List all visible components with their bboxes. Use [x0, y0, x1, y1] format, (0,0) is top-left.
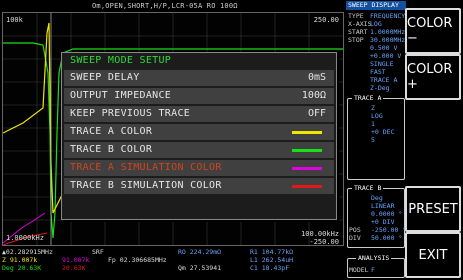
info-row: FAST: [370, 68, 386, 76]
color-swatch: [292, 185, 322, 188]
y2-axis-bottom-label: -250.00: [309, 238, 339, 246]
info-row: START 1.0000MHz: [348, 28, 406, 36]
info-row: +0 DEC: [371, 128, 395, 136]
top-status-bar: Om,OPEN,SHORT,H/P,LCR-05A RO 100Ω: [0, 0, 347, 12]
menu-item-output-impedance[interactable]: OUTPUT IMPEDANCE 100Ω: [64, 88, 334, 105]
info-row: STOP 30.000MHz: [348, 36, 406, 44]
info-row: Z-Deg: [370, 84, 390, 92]
sweep-display-header: SWEEP DISPLAY: [346, 1, 406, 10]
menu-item-label: TRACE A COLOR: [70, 126, 153, 137]
info-row: POS -250.00 °: [349, 226, 407, 234]
info-row: 0.0000 °: [371, 210, 403, 218]
menu-item-trace-a-color[interactable]: TRACE A COLOR: [64, 124, 334, 141]
fp-value: Fp 02.306685MHz: [108, 256, 167, 264]
color-swatch: [292, 131, 322, 134]
c1-value: C1 18.43pF: [250, 264, 290, 272]
info-row: 0.500 V: [370, 44, 398, 52]
sweep-mode-setup-dialog: SWEEP MODE SETUP SWEEP DELAY 0mS OUTPUT …: [61, 52, 337, 220]
info-row: 1: [371, 120, 375, 128]
color-swatch: [292, 167, 322, 170]
analysis-group-label: ANALYSIS: [356, 254, 392, 262]
info-row: TRACE A: [370, 76, 398, 84]
menu-item-label: KEEP PREVIOUS TRACE: [70, 108, 191, 119]
x-stop-label: 100.00kHz: [301, 230, 339, 238]
info-row: DIV 50.000 °: [349, 234, 403, 242]
menu-item-sweep-delay[interactable]: SWEEP DELAY 0mS: [64, 70, 334, 87]
menu-item-label: OUTPUT IMPEDANCE: [70, 90, 172, 101]
color-minus-button[interactable]: COLOR −: [405, 8, 461, 54]
measurement-status: Om,OPEN,SHORT,H/P,LCR-05A RO 100Ω: [92, 2, 238, 10]
qm-value: Qm 27.53941: [178, 264, 222, 272]
deg-sim-value: 20.63K: [62, 264, 86, 272]
y-axis-top-label: 100k: [6, 16, 23, 24]
color-plus-button[interactable]: COLOR +: [405, 54, 461, 100]
sweep-display-panel: SWEEP DISPLAY TYPE FREQUENCY X-AXISLOG ST…: [346, 0, 408, 280]
menu-item-trace-b-simulation-color[interactable]: TRACE B SIMULATION COLOR: [64, 178, 334, 195]
srf-label: SRF: [92, 248, 104, 256]
menu-item-keep-previous-trace[interactable]: KEEP PREVIOUS TRACE OFF: [64, 106, 334, 123]
menu-item-trace-b-color[interactable]: TRACE B COLOR: [64, 142, 334, 159]
info-row: Z: [371, 104, 375, 112]
info-row: MODEL F: [349, 266, 375, 274]
trace-a-group-label: TRACE A: [352, 94, 384, 102]
info-row: X-AXISLOG: [348, 20, 382, 28]
info-row: LINEAR: [371, 202, 395, 210]
preset-button[interactable]: PRESET: [405, 186, 461, 232]
menu-item-label: SWEEP DELAY: [70, 72, 140, 83]
menu-item-value: 0mS: [307, 72, 326, 83]
trace-b-group-label: TRACE B: [352, 184, 384, 192]
dialog-title: SWEEP MODE SETUP: [70, 55, 172, 66]
info-row: Deg: [371, 194, 383, 202]
menu-item-trace-a-simulation-color[interactable]: TRACE A SIMULATION COLOR: [64, 160, 334, 177]
info-row: LOG: [371, 112, 383, 120]
info-row: +0.000 V: [370, 52, 402, 60]
ro-value: RO 224.29mΩ: [178, 248, 222, 256]
info-row: SINGLE: [370, 60, 394, 68]
color-swatch: [292, 149, 322, 152]
exit-button[interactable]: EXIT: [405, 232, 461, 278]
y2-axis-top-label: 250.00: [313, 16, 339, 24]
menu-item-label: TRACE B COLOR: [70, 144, 153, 155]
menu-item-value: OFF: [307, 108, 326, 119]
x-start-label: 1.0000kHz: [6, 234, 44, 242]
menu-item-label: TRACE B SIMULATION COLOR: [70, 180, 222, 191]
empty-softkey: [405, 124, 461, 170]
marker-readout: ▲02.282915MHz SRF RO 224.29mΩ R1 104.77k…: [0, 248, 347, 280]
info-row: TYPE FREQUENCY: [348, 12, 406, 20]
deg-value: Deg 20.63K: [2, 264, 42, 272]
info-row: +0 DIV: [371, 218, 395, 226]
info-row: 5: [371, 136, 375, 144]
menu-item-label: TRACE A SIMULATION COLOR: [70, 162, 222, 173]
menu-item-value: 100Ω: [301, 90, 326, 101]
